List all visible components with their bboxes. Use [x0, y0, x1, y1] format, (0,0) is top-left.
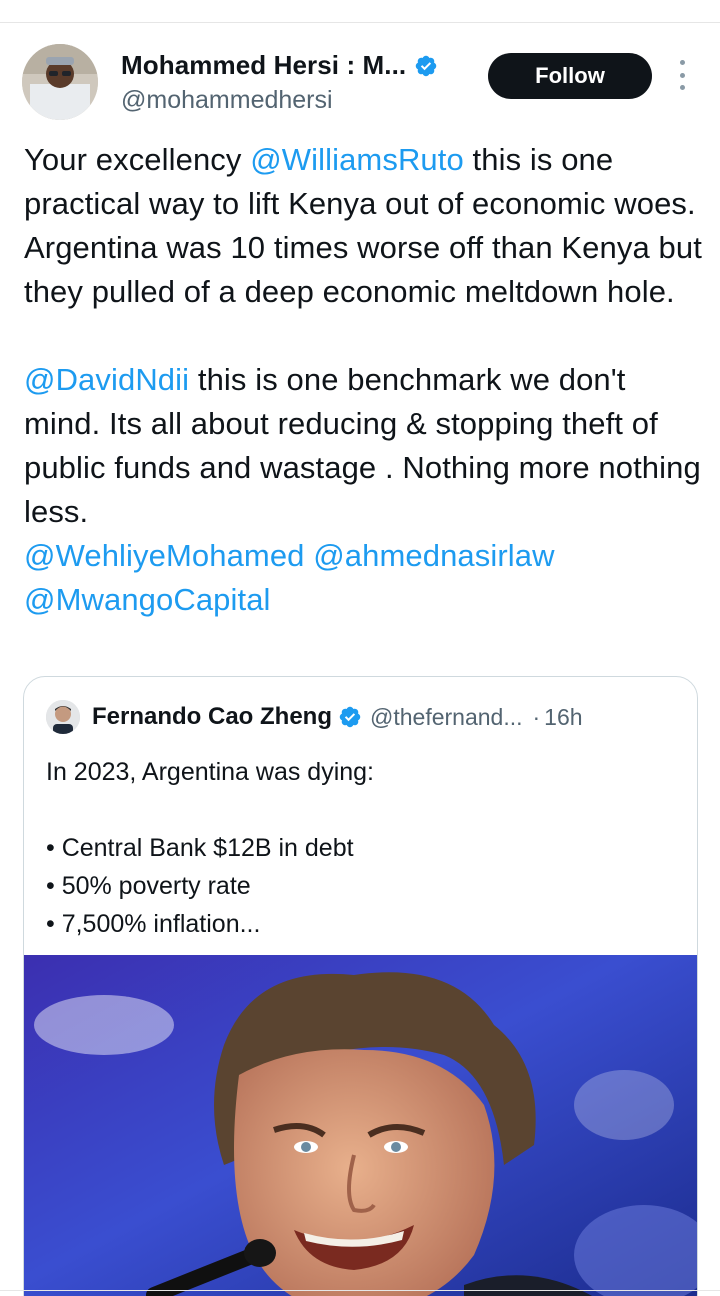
- author-name-row: Mohammed Hersi : M...: [121, 50, 438, 81]
- tweet-header: Mohammed Hersi : M... @mohammedhersi Fol…: [0, 44, 720, 124]
- quoted-tweet-text: In 2023, Argentina was dying: • Central …: [46, 753, 676, 943]
- tweet-text-segment: Your excellency: [24, 142, 251, 177]
- verified-badge-icon: [339, 706, 361, 728]
- tweet-text: Your excellency @WilliamsRuto this is on…: [24, 138, 704, 622]
- quoted-author-avatar[interactable]: [46, 700, 80, 734]
- separator-dot: ·: [532, 703, 541, 730]
- mention-williamsruto[interactable]: @WilliamsRuto: [250, 142, 464, 177]
- more-options-icon[interactable]: [670, 60, 694, 90]
- bullet-item: • 7,500% inflation...: [46, 910, 261, 938]
- top-divider: [0, 22, 720, 23]
- bottom-divider: [0, 1290, 720, 1291]
- quoted-line: In 2023, Argentina was dying:: [46, 758, 375, 786]
- tweet-mentions-line-2: @MwangoCapital: [24, 578, 704, 622]
- quoted-author-name[interactable]: Fernando Cao Zheng: [92, 703, 332, 731]
- author-display-name[interactable]: Mohammed Hersi : M...: [121, 50, 406, 81]
- mention-ahmednasirlaw[interactable]: @ahmednasirlaw: [313, 538, 554, 573]
- quoted-tweet-photo[interactable]: [24, 955, 697, 1296]
- mention-wehliyemohamed[interactable]: @WehliyeMohamed: [24, 538, 305, 573]
- bullet-item: • 50% poverty rate: [46, 872, 251, 900]
- mention-davidndii[interactable]: @DavidNdii: [24, 362, 189, 397]
- bullet-item: • Central Bank $12B in debt: [46, 834, 354, 862]
- tweet-paragraph-1: Your excellency @WilliamsRuto this is on…: [24, 138, 704, 314]
- author-handle[interactable]: @mohammedhersi: [121, 86, 333, 115]
- author-avatar[interactable]: [22, 44, 98, 120]
- quoted-author-handle[interactable]: @thefernand...: [370, 704, 523, 731]
- quoted-tweet-card[interactable]: Fernando Cao Zheng @thefernand... · 16h …: [23, 676, 698, 1296]
- quoted-timestamp[interactable]: 16h: [544, 704, 582, 731]
- verified-badge-icon: [416, 55, 437, 76]
- mention-mwangocapital[interactable]: @MwangoCapital: [24, 582, 271, 617]
- quoted-tweet-header: Fernando Cao Zheng @thefernand... · 16h: [46, 697, 583, 737]
- tweet-mentions-line: @WehliyeMohamed @ahmednasirlaw: [24, 534, 704, 578]
- follow-button[interactable]: Follow: [488, 53, 652, 99]
- tweet-paragraph-2: @DavidNdii this is one benchmark we don'…: [24, 358, 704, 534]
